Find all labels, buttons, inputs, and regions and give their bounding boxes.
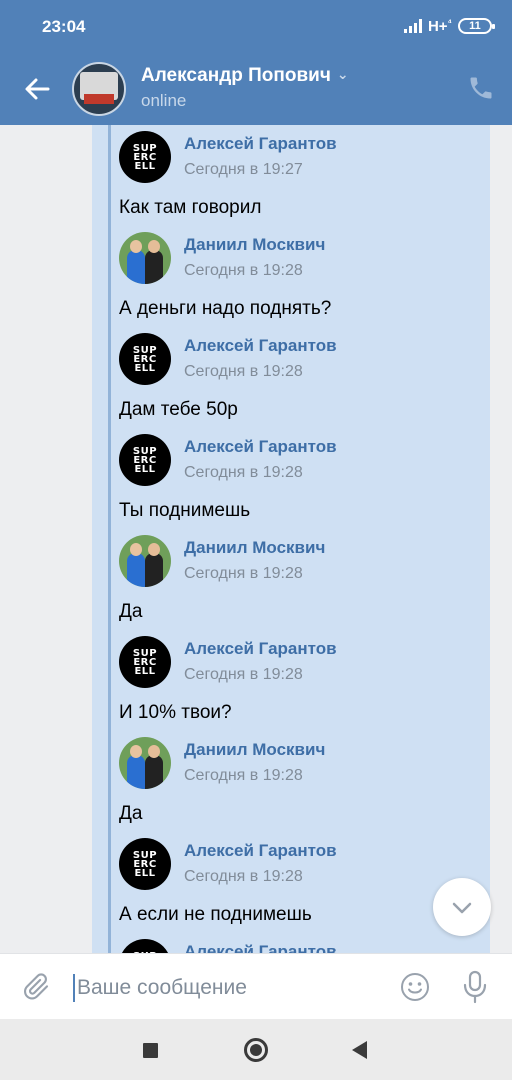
sender-avatar[interactable]: SUPERCELL: [119, 434, 171, 486]
sender-name[interactable]: Даниил Москвич: [184, 740, 325, 760]
forwarded-message: Даниил Москвич Сегодня в 19:28 Да: [119, 737, 479, 838]
message-text: Дам тебе 50р: [119, 399, 238, 420]
message-date: Сегодня в 19:28: [184, 767, 303, 784]
sender-name[interactable]: Алексей Гарантов: [184, 437, 337, 457]
sender-name[interactable]: Даниил Москвич: [184, 235, 325, 255]
chat-status: online: [141, 91, 187, 110]
app-header: 23:04 H+⁴ 11 Александр Попович ⌄ online: [0, 0, 512, 125]
forwarded-message: SUP ERC ELL Алексей Гарантов Сегодня в 19:28…: [119, 838, 479, 939]
chevron-down-icon: ⌄: [336, 66, 349, 82]
sender-avatar[interactable]: SUPERCELL: [119, 333, 171, 385]
message-composer: [0, 953, 512, 1019]
home-icon[interactable]: [244, 1038, 268, 1062]
message-date: Сегодня в 19:28: [184, 666, 303, 683]
forwarded-message: SUP ERC ELL Алексей Гарантов Сегодня в 19:28…: [119, 434, 479, 535]
sender-avatar[interactable]: [119, 535, 171, 587]
sender-name[interactable]: Даниил Москвич: [184, 538, 325, 558]
message-text: Как там говорил: [119, 197, 262, 218]
sender-name[interactable]: Алексей Гарантов: [184, 639, 337, 659]
message-text: А если не поднимешь: [119, 904, 312, 925]
forwarded-messages: SUP ERC ELL Алексей Гарантов Сегодня в 19:27…: [119, 131, 479, 953]
system-nav-bar: [0, 1019, 512, 1080]
battery-icon: 11: [458, 18, 495, 34]
status-bar: 23:04 H+⁴ 11: [0, 0, 512, 50]
message-list[interactable]: SUP ERC ELL Алексей Гарантов Сегодня в 19:27…: [0, 125, 512, 953]
sender-name[interactable]: Алексей Гарантов: [184, 942, 337, 953]
forwarded-message: Даниил Москвич Сегодня в 19:28 А деньги на…: [119, 232, 479, 333]
sender-avatar[interactable]: SUPERCELL: [119, 838, 171, 890]
network-type: H+⁴: [427, 17, 452, 35]
forwarded-message: SUPERCELL Алексей Гарантов: [119, 939, 479, 953]
message-text: И 10% твои?: [119, 702, 232, 723]
chat-avatar[interactable]: [72, 62, 126, 116]
chat-title[interactable]: Александр Попович ⌄: [141, 65, 349, 87]
paperclip-icon[interactable]: [22, 972, 52, 1002]
message-date: Сегодня в 19:28: [184, 363, 303, 380]
scroll-down-button[interactable]: [433, 878, 491, 936]
message-date: Сегодня в 19:28: [184, 464, 303, 481]
sender-avatar[interactable]: SUPERCELL: [119, 939, 171, 953]
sender-name[interactable]: Алексей Гарантов: [184, 336, 337, 356]
chevron-down-icon: [452, 902, 472, 914]
message-date: Сегодня в 19:28: [184, 868, 303, 885]
back-triangle-icon[interactable]: [352, 1041, 367, 1059]
message-text: Да: [119, 803, 143, 824]
sender-name[interactable]: Алексей Гарантов: [184, 134, 337, 154]
sender-avatar[interactable]: [119, 737, 171, 789]
message-text: А деньги надо поднять?: [119, 298, 332, 319]
forwarded-message: SUP ERC ELL Алексей Гарантов Сегодня в 19:28…: [119, 333, 479, 434]
message-text: Да: [119, 601, 143, 622]
message-date: Сегодня в 19:28: [184, 262, 303, 279]
smile-icon[interactable]: [400, 972, 430, 1002]
message-date: Сегодня в 19:27: [184, 161, 303, 178]
forwarded-message: SUP ERC ELL Алексей Гарантов Сегодня в 19:28…: [119, 636, 479, 737]
message-text: Ты поднимешь: [119, 500, 251, 521]
forwarded-message: Даниил Москвич Сегодня в 19:28 Да: [119, 535, 479, 636]
forward-quote-bar: [108, 125, 111, 953]
arrow-left-icon[interactable]: [22, 74, 52, 104]
microphone-icon[interactable]: [461, 970, 489, 1004]
signal-icon: [403, 19, 422, 33]
sender-avatar[interactable]: SUPERCELL: [119, 131, 171, 183]
message-input[interactable]: [77, 974, 377, 1002]
text-cursor: [73, 974, 75, 1002]
message-date: Сегодня в 19:28: [184, 565, 303, 582]
status-time: 23:04: [42, 17, 86, 36]
phone-icon[interactable]: [467, 74, 495, 102]
sender-avatar[interactable]: [119, 232, 171, 284]
status-icons: H+⁴ 11: [403, 17, 495, 35]
sender-avatar[interactable]: SUPERCELL: [119, 636, 171, 688]
forwarded-message: SUP ERC ELL Алексей Гарантов Сегодня в 19:27…: [119, 131, 479, 232]
sender-name[interactable]: Алексей Гарантов: [184, 841, 337, 861]
recents-icon[interactable]: [143, 1043, 158, 1058]
